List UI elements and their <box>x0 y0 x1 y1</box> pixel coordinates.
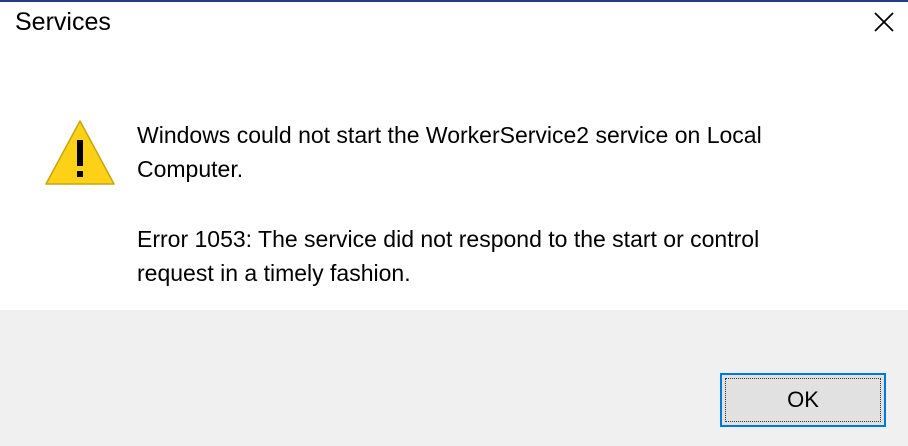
ok-button-label: OK <box>787 387 819 412</box>
close-icon <box>874 12 894 32</box>
warning-icon <box>44 118 116 190</box>
error-dialog: Services Windows could not start the Wor… <box>0 0 908 446</box>
window-title: Services <box>15 8 111 36</box>
error-code-message: Error 1053: The service did not respond … <box>137 226 760 286</box>
close-button[interactable] <box>870 8 898 36</box>
title-bar[interactable]: Services <box>0 2 908 46</box>
error-message: Windows could not start the WorkerServic… <box>137 122 762 182</box>
ok-button[interactable]: OK <box>720 373 886 427</box>
